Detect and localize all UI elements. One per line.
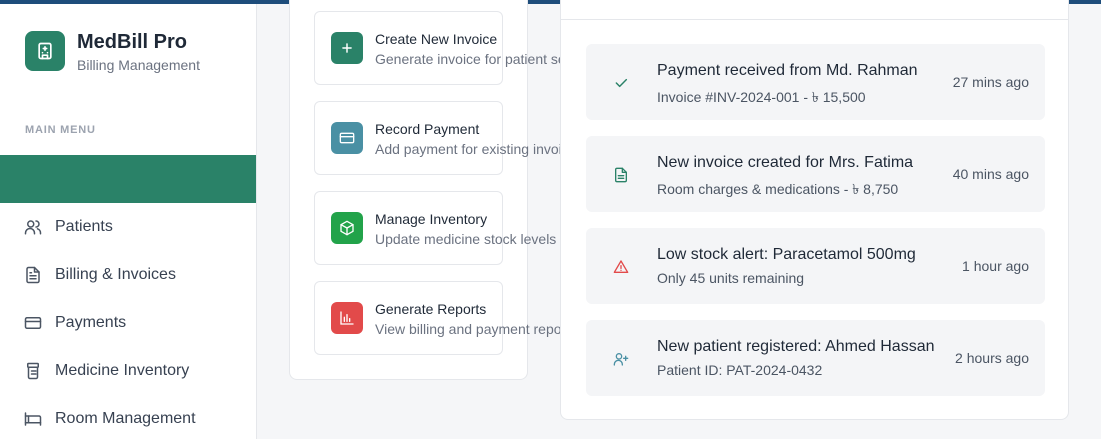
sidebar-item-label: Billing & Invoices — [55, 266, 176, 283]
activity-time: 27 mins ago — [952, 74, 1029, 90]
sidebar-item-billing[interactable]: Billing & Invoices — [0, 251, 256, 299]
activity-time: 40 mins ago — [952, 166, 1029, 182]
pill-bottle-icon — [24, 362, 42, 380]
plus-icon — [331, 32, 363, 64]
activity-item: New patient registered: Ahmed Hassan Pat… — [586, 320, 1045, 396]
activity-time: 2 hours ago — [955, 350, 1029, 366]
sidebar-item-label: Patients — [55, 218, 113, 235]
divider — [561, 19, 1068, 20]
quick-action-description: View billing and payment repo — [375, 321, 562, 337]
activity-subtitle: Only 45 units remaining — [657, 270, 805, 286]
sidebar-item-medicine-inventory[interactable]: Medicine Inventory — [0, 347, 256, 395]
quick-action-title: Manage Inventory — [375, 211, 488, 227]
quick-action-title: Create New Invoice — [375, 31, 498, 47]
activity-title: New invoice created for Mrs. Fatima — [657, 154, 914, 171]
sidebar-item-label: Payments — [55, 314, 127, 331]
sidebar-item-payments[interactable]: Payments — [0, 299, 256, 347]
quick-action-description: Update medicine stock levels — [375, 231, 557, 247]
generate-reports-button[interactable]: Generate Reports View billing and paymen… — [314, 281, 562, 355]
check-icon — [612, 74, 630, 92]
activity-subtitle: Invoice #INV-2024-001 - ৳ 15,500 — [657, 89, 866, 105]
create-invoice-button[interactable]: Create New Invoice Generate invoice for … — [314, 11, 562, 85]
bar-chart-icon — [331, 302, 363, 334]
quick-action-title: Generate Reports — [375, 301, 487, 317]
activity-title: New patient registered: Ahmed Hassan — [657, 338, 935, 355]
package-icon — [331, 212, 363, 244]
activity-subtitle: Patient ID: PAT-2024-0432 — [657, 362, 823, 378]
record-payment-button[interactable]: Record Payment Add payment for existing … — [314, 101, 562, 175]
sidebar-item-label: Medicine Inventory — [55, 362, 190, 379]
recent-activity-card: Payment received from Md. Rahman Invoice… — [560, 0, 1069, 420]
alert-triangle-icon — [612, 258, 630, 276]
quick-action-description: Add payment for existing invoi — [375, 141, 562, 157]
hospital-building-icon — [25, 31, 65, 71]
manage-inventory-button[interactable]: Manage Inventory Update medicine stock l… — [314, 191, 556, 265]
users-icon — [24, 218, 42, 236]
sidebar-item-patients[interactable]: Patients — [0, 203, 256, 251]
file-text-icon — [612, 166, 630, 184]
quick-action-title: Record Payment — [375, 121, 480, 137]
activity-item: Low stock alert: Paracetamol 500mg Only … — [586, 228, 1045, 304]
credit-card-icon — [24, 314, 42, 332]
activity-time: 1 hour ago — [962, 258, 1029, 274]
brand-title: MedBill Pro — [77, 31, 188, 53]
activity-subtitle: Room charges & medications - ৳ 8,750 — [657, 181, 899, 197]
sidebar: MedBill Pro Billing Management MAIN MENU… — [0, 4, 257, 439]
activity-item: Payment received from Md. Rahman Invoice… — [586, 44, 1045, 120]
user-plus-icon — [612, 350, 630, 368]
activity-item: New invoice created for Mrs. Fatima Room… — [586, 136, 1045, 212]
sidebar-item-label: Room Management — [55, 410, 196, 427]
brand-subtitle: Billing Management — [77, 57, 200, 73]
file-text-icon — [24, 266, 42, 284]
main-menu-heading: MAIN MENU — [25, 124, 96, 136]
sidebar-item-active[interactable] — [0, 155, 256, 203]
credit-card-icon — [331, 122, 363, 154]
bed-icon — [24, 410, 42, 428]
activity-title: Payment received from Md. Rahman — [657, 62, 918, 79]
activity-title: Low stock alert: Paracetamol 500mg — [657, 246, 916, 263]
sidebar-item-room-management[interactable]: Room Management — [0, 395, 256, 439]
quick-action-description: Generate invoice for patient se — [375, 51, 562, 67]
